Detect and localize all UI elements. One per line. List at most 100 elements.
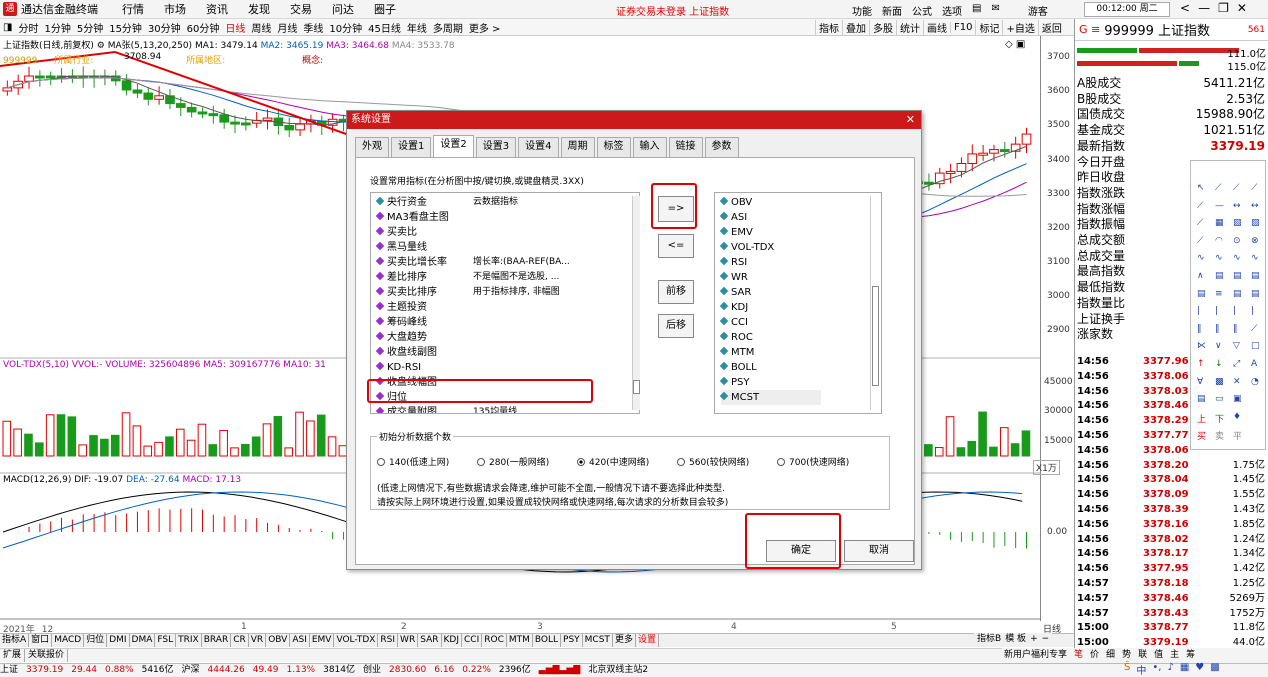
menu-faxian[interactable]: 发现 bbox=[248, 1, 270, 17]
selected-indicator-item[interactable]: RSI bbox=[719, 255, 747, 270]
indicator-item[interactable]: 买卖比 bbox=[375, 225, 417, 240]
quote-tag[interactable]: 561 bbox=[1248, 25, 1265, 35]
sh-name[interactable]: 上证 bbox=[0, 665, 18, 675]
indicator-item[interactable]: 买卖比增长率 增长率:(BAA-REF(BA... bbox=[375, 255, 570, 270]
indicator-item[interactable]: 黑马量线 bbox=[375, 240, 427, 255]
selected-indicator-item[interactable]: ROC bbox=[719, 330, 753, 345]
tab-biaoqian[interactable]: 标签 bbox=[596, 137, 631, 157]
tool-add-watch[interactable]: +自选 bbox=[1002, 20, 1037, 35]
tab-shezhi1[interactable]: 设置1 bbox=[391, 137, 432, 157]
draw-tool-icon[interactable]: ◠ bbox=[1215, 236, 1223, 246]
tab-shezhi3[interactable]: 设置3 bbox=[475, 137, 517, 157]
tab-lianjie[interactable]: 链接 bbox=[668, 137, 703, 157]
period-10min[interactable]: 10分钟 bbox=[329, 20, 362, 35]
draw-tool-icon[interactable]: A bbox=[1251, 359, 1257, 369]
selected-indicator-item[interactable]: VOL-TDX bbox=[719, 240, 774, 255]
indicator-item[interactable]: MA3看盘主图 bbox=[375, 210, 449, 225]
indicator-tab[interactable]: BOLL bbox=[533, 634, 562, 647]
qtab-chou[interactable]: 筹 bbox=[1186, 648, 1195, 663]
concept-label[interactable]: 概念: bbox=[302, 56, 323, 66]
draw-tool-icon[interactable]: ▭ bbox=[1215, 394, 1224, 404]
menu-shichang[interactable]: 市场 bbox=[164, 1, 186, 17]
draw-tool-icon[interactable]: 平 bbox=[1233, 429, 1242, 442]
tool-drawline[interactable]: 画线 bbox=[923, 20, 950, 35]
move-down-button[interactable]: 后移 bbox=[658, 314, 694, 338]
tool-f10[interactable]: F10 bbox=[950, 22, 975, 33]
screenshot-icon[interactable]: ▤ bbox=[972, 3, 981, 18]
restore-icon[interactable]: ❐ bbox=[1218, 1, 1229, 15]
period-multi[interactable]: 多周期 bbox=[433, 20, 463, 35]
draw-tool-icon[interactable]: ≡ bbox=[1215, 289, 1223, 299]
qtab-jia[interactable]: 价 bbox=[1090, 648, 1099, 663]
indicator-item[interactable]: 主题投资 bbox=[375, 300, 427, 315]
move-up-button[interactable]: 前移 bbox=[658, 280, 694, 304]
close-icon[interactable]: ✕ bbox=[1237, 1, 1247, 15]
quote-prefix[interactable]: G ≡ bbox=[1079, 23, 1100, 36]
menu-hangqing[interactable]: 行情 bbox=[122, 1, 144, 17]
draw-tool-icon[interactable]: ✕ bbox=[1233, 377, 1241, 387]
selected-indicator-item[interactable]: CCI bbox=[719, 315, 748, 330]
draw-tool-icon[interactable]: ▧ bbox=[1251, 218, 1260, 228]
draw-tool-icon[interactable]: □ bbox=[1251, 341, 1260, 351]
draw-tool-icon[interactable]: 买 bbox=[1197, 429, 1206, 442]
menu-wenda[interactable]: 问达 bbox=[332, 1, 354, 17]
ma-label[interactable]: MA张(5,13,20,250) bbox=[108, 41, 192, 51]
indicator-item[interactable]: 大盘趋势 bbox=[375, 330, 427, 345]
period-week[interactable]: 周线 bbox=[251, 20, 271, 35]
draw-tool-icon[interactable]: ⊙ bbox=[1233, 236, 1241, 246]
draw-tool-icon[interactable]: ‖ bbox=[1215, 324, 1220, 334]
tab-shezhi2[interactable]: 设置2 bbox=[433, 135, 474, 157]
indicator-tab[interactable]: CR bbox=[231, 634, 249, 647]
indicator-tab[interactable]: VR bbox=[249, 634, 267, 647]
zoom-in-icon[interactable]: + bbox=[1030, 633, 1038, 647]
menu-jiaoyi[interactable]: 交易 bbox=[290, 1, 312, 17]
menu-xinmian[interactable]: 新面 bbox=[882, 3, 902, 18]
qtab-lian[interactable]: 联 bbox=[1138, 648, 1147, 663]
draw-tool-icon[interactable]: ∨ bbox=[1215, 341, 1222, 351]
draw-tool-icon[interactable]: ▤ bbox=[1233, 271, 1242, 281]
ime-lang-icon[interactable]: 中 bbox=[1136, 662, 1146, 677]
draw-tool-icon[interactable]: | bbox=[1251, 306, 1254, 316]
draw-tool-icon[interactable]: 下 bbox=[1215, 412, 1224, 425]
indicator-tab[interactable]: DMI bbox=[107, 634, 130, 647]
selected-indicator-item[interactable]: PSY bbox=[719, 375, 750, 390]
period-toggle-icon[interactable]: ◨ bbox=[3, 22, 12, 33]
period-fenshi[interactable]: 分时 bbox=[18, 20, 38, 35]
draw-tool-icon[interactable]: ⟋ bbox=[1233, 183, 1239, 193]
dialog-close-icon[interactable]: ✕ bbox=[906, 111, 915, 129]
draw-tool-icon[interactable]: | bbox=[1215, 306, 1218, 316]
period-day[interactable]: 日线 bbox=[225, 20, 245, 35]
draw-tool-icon[interactable]: ↖ bbox=[1197, 183, 1205, 193]
draw-tool-icon[interactable]: ⟋ bbox=[1215, 183, 1221, 193]
left-list-scrollbar[interactable] bbox=[632, 196, 640, 410]
ime-toolbar[interactable]: Ŝ 中 •, ♪ ▦ ♥ ▩ bbox=[1124, 662, 1220, 677]
indicator-item[interactable]: 央行资金 云数据指标 bbox=[375, 195, 518, 210]
login-warning[interactable]: 证券交易未登录 上证指数 bbox=[616, 3, 729, 18]
indicator-tab[interactable]: PSY bbox=[561, 634, 583, 647]
cy-name[interactable]: 创业 bbox=[363, 665, 381, 675]
template-tab[interactable]: 模 板 bbox=[1005, 633, 1026, 647]
draw-tool-icon[interactable]: | bbox=[1233, 306, 1236, 316]
indicator-item[interactable]: 买卖比排序 用于指标排序, 非幅图 bbox=[375, 285, 560, 300]
draw-tool-icon[interactable]: ∧ bbox=[1197, 271, 1204, 281]
tool-mark[interactable]: 标记 bbox=[975, 20, 1002, 35]
indicator-tab[interactable]: MCST bbox=[583, 634, 613, 647]
indicator-tab[interactable]: FSL bbox=[155, 634, 177, 647]
selected-indicator-item[interactable]: OBV bbox=[719, 195, 752, 210]
draw-tool-icon[interactable]: 卖 bbox=[1215, 429, 1224, 442]
indicator-tab[interactable]: TRIX bbox=[176, 634, 202, 647]
qtab-zhu[interactable]: 主 bbox=[1170, 648, 1179, 663]
draw-tool-icon[interactable]: ▤ bbox=[1197, 289, 1206, 299]
server-name[interactable]: 北京双线主站2 bbox=[588, 665, 648, 675]
indicator-tab[interactable]: WR bbox=[398, 634, 419, 647]
indicator-tab[interactable]: 指标A bbox=[0, 634, 30, 647]
draw-tool-icon[interactable]: — bbox=[1215, 201, 1224, 211]
selected-indicator-item[interactable]: SAR bbox=[719, 285, 751, 300]
ime-skin-icon[interactable]: ♥ bbox=[1195, 662, 1204, 677]
draw-tool-icon[interactable]: ↑ bbox=[1197, 359, 1205, 369]
indicator-tab[interactable]: KDJ bbox=[442, 634, 462, 647]
draw-tool-icon[interactable]: ↔ bbox=[1251, 201, 1259, 211]
tab-canshu[interactable]: 参数 bbox=[704, 137, 739, 157]
menu-xuanxiang[interactable]: 选项 bbox=[942, 3, 962, 18]
tool-stats[interactable]: 统计 bbox=[896, 20, 923, 35]
